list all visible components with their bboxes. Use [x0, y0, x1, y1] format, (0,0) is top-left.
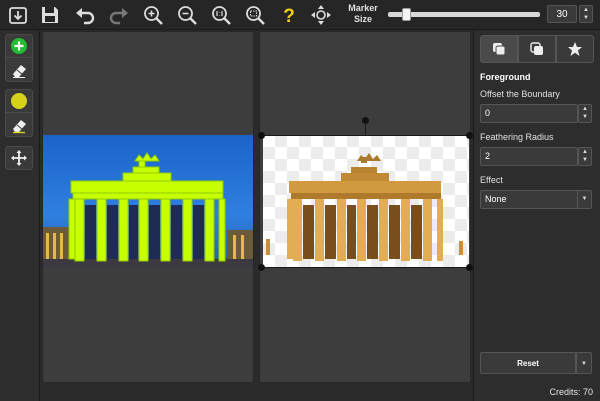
effect-value: None — [485, 194, 507, 204]
brandenburg-gate-annotated-image — [43, 135, 253, 267]
brandenburg-gate-cutout-image — [266, 153, 463, 261]
open-icon[interactable] — [6, 3, 30, 27]
actual-size-icon[interactable] — [209, 3, 233, 27]
svg-text:?: ? — [283, 6, 295, 26]
reset-button[interactable]: Reset — [480, 352, 576, 374]
chevron-down-icon: ▼ — [577, 191, 591, 208]
undo-icon[interactable] — [73, 3, 97, 27]
rotate-handle[interactable] — [362, 117, 369, 124]
marker-label-line2: Size — [353, 14, 372, 24]
settings-panel: Foreground Offset the Boundary 0 ▲ ▼ Feat… — [473, 31, 600, 401]
frame-bottom — [262, 267, 470, 268]
slider-thumb[interactable] — [402, 8, 411, 21]
marker-label-line1: Marker — [348, 3, 378, 13]
zoom-out-icon[interactable] — [175, 3, 199, 27]
tab-foreground[interactable] — [480, 35, 518, 63]
offset-field[interactable]: 0 — [480, 104, 578, 123]
result-canvas[interactable] — [258, 31, 473, 383]
help-icon[interactable]: ? — [277, 3, 301, 27]
foreground-icon — [493, 43, 506, 56]
effect-select[interactable]: None ▼ — [480, 190, 592, 209]
pan-view-icon[interactable] — [309, 3, 333, 27]
offset-stepper[interactable]: ▲ ▼ — [578, 104, 592, 123]
keep-marker-icon — [11, 38, 27, 54]
frame-top — [262, 135, 470, 136]
top-toolbar: ? Marker Size 30 ▲ ▼ — [0, 0, 600, 30]
result-photo — [263, 135, 469, 267]
zoom-in-icon[interactable] — [141, 3, 165, 27]
hair-marker-tool[interactable] — [5, 89, 33, 113]
feather-stepper[interactable]: ▲ ▼ — [578, 147, 592, 166]
eraser-icon — [13, 119, 26, 133]
effects-icon — [568, 42, 582, 56]
tool-palette — [0, 31, 40, 401]
move-icon — [11, 150, 27, 166]
reset-dropdown-button[interactable]: ▼ — [576, 352, 592, 374]
marker-size-stepper[interactable]: ▲ ▼ — [579, 5, 593, 23]
offset-label: Offset the Boundary — [480, 89, 560, 99]
resize-handle-bottom-left[interactable] — [258, 264, 265, 271]
credits-label: Credits: 70 — [549, 387, 593, 397]
source-photo — [43, 135, 253, 267]
feather-field[interactable]: 2 — [480, 147, 578, 166]
move-tool[interactable] — [5, 146, 33, 170]
tab-effects[interactable] — [556, 35, 594, 63]
marker-size-label: Marker Size — [343, 3, 383, 25]
section-title: Foreground — [480, 72, 531, 82]
redo-icon[interactable] — [107, 3, 131, 27]
hair-marker-icon — [11, 93, 27, 109]
hair-eraser-tool[interactable] — [5, 113, 33, 137]
resize-handle-bottom-right[interactable] — [466, 264, 473, 271]
source-canvas[interactable] — [42, 31, 254, 383]
panel-tabs — [480, 35, 594, 63]
marker-size-field[interactable]: 30 — [547, 5, 577, 23]
eraser-icon — [13, 64, 26, 78]
effect-label: Effect — [480, 175, 503, 185]
keep-marker-tool[interactable] — [5, 34, 33, 58]
background-icon — [530, 42, 543, 55]
save-icon[interactable] — [38, 3, 62, 27]
feather-label: Feathering Radius — [480, 132, 554, 142]
fit-to-screen-icon[interactable] — [243, 3, 267, 27]
resize-handle-top-left[interactable] — [258, 132, 265, 139]
resize-handle-top-right[interactable] — [466, 132, 473, 139]
tab-background[interactable] — [518, 35, 556, 63]
keep-eraser-tool[interactable] — [5, 58, 33, 82]
marker-size-slider[interactable] — [388, 8, 540, 21]
